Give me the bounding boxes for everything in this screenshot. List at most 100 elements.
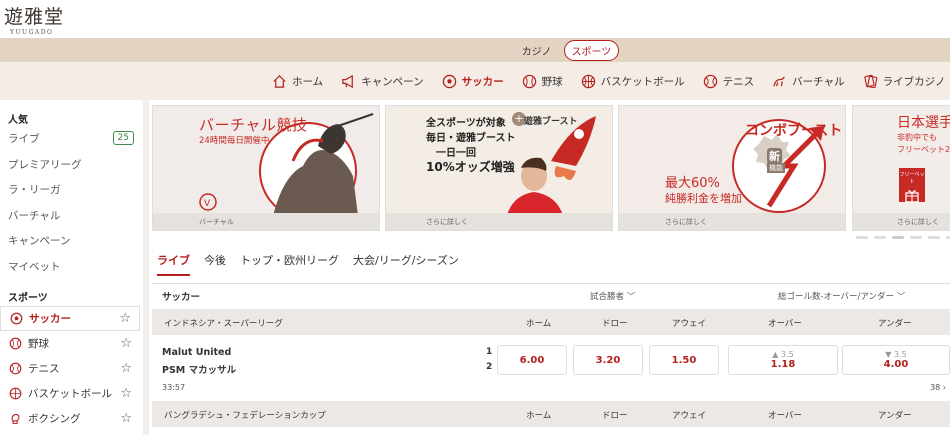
banner-virtual-title: バーチャル競技 <box>199 116 308 134</box>
col-under: アンダー <box>878 319 912 329</box>
nav-live-casino-label: ライブカジノ <box>882 75 946 88</box>
nav-campaign[interactable]: キャンペーン <box>341 74 424 89</box>
top-header: 遊雅堂 YUUGADO <box>0 0 950 38</box>
svg-text:V: V <box>204 199 211 209</box>
odd-draw-button[interactable]: 3.20 <box>573 345 643 375</box>
league-header[interactable]: インドネシア・スーパーリーグ ホーム ドロー アウェイ オーバー アンダー <box>152 309 950 335</box>
sidebar-item-live[interactable]: ライブ 25 <box>0 126 140 152</box>
favorite-star-icon[interactable]: ☆ <box>120 336 132 351</box>
odd-value: 3.20 <box>595 354 621 366</box>
tab-upcoming[interactable]: 今後 <box>204 252 226 276</box>
sidebar-sport-label: サッカー <box>29 313 71 325</box>
banner-japan-line2: フリーベット20 <box>897 145 950 154</box>
odd-under-button[interactable]: ▼ 3.5 4.00 <box>842 345 950 375</box>
nav-tennis[interactable]: テニス <box>703 74 754 89</box>
tab-live[interactable]: ライブ <box>157 252 190 276</box>
nav-virtual[interactable]: バーチャル <box>772 74 845 89</box>
banner-footer: さらに詳しく <box>853 213 950 230</box>
banner-japan-player[interactable]: 日本選手 非豹中でも フリーベット20 フリーベット さらに詳しく <box>852 105 950 231</box>
carousel-dot[interactable] <box>910 236 922 239</box>
boxing-glove-icon <box>8 412 22 426</box>
banner-footer: さらに詳しく <box>386 213 612 230</box>
logo[interactable]: 遊雅堂 YUUGADO <box>4 2 64 36</box>
favorite-star-icon[interactable]: ☆ <box>120 411 132 426</box>
market-sport-title: サッカー <box>162 291 201 303</box>
tennis-icon <box>703 74 718 89</box>
sidebar-item-virtual[interactable]: バーチャル <box>0 203 140 229</box>
baseball-icon <box>522 74 537 89</box>
nav-home[interactable]: ホーム <box>272 74 323 89</box>
sidebar: 人気 ライブ 25 プレミアリーグ ラ・リーガ バーチャル キャンペーン マイベ… <box>0 100 140 435</box>
favorite-star-icon[interactable]: ☆ <box>120 386 132 401</box>
soccer-icon <box>9 312 23 326</box>
carousel-dot[interactable] <box>946 236 950 239</box>
carousel-dot[interactable] <box>928 236 940 239</box>
league-name: バングラデシュ・フェデレーションカップ <box>164 411 326 421</box>
tab-competitions[interactable]: 大会/リーグ/シーズン <box>353 252 459 276</box>
nav-soccer-label: サッカー <box>461 75 504 88</box>
tab-top-european-leagues[interactable]: トップ・欧州リーグ <box>240 252 339 276</box>
market-header: サッカー 試合勝者 ﹀ 総ゴール数-オーバー/アンダー ﹀ <box>152 283 950 307</box>
sidebar-sport-boxing[interactable]: ボクシング ☆ <box>0 406 140 431</box>
nav-live-casino[interactable]: ライブカジノ <box>863 74 946 89</box>
banner-footer: さらに詳しく <box>619 213 845 230</box>
category-casino[interactable]: カジノ <box>516 41 558 60</box>
home-icon <box>272 74 287 89</box>
banner-boost[interactable]: 全スポーツが対象 + 毎日・遊雅ブースト 一日一回 10%オッズ増強 遊雅ブース… <box>385 105 613 231</box>
col-over: オーバー <box>768 411 802 421</box>
nav-soccer[interactable]: サッカー <box>442 74 504 89</box>
nav-baseball[interactable]: 野球 <box>522 74 563 89</box>
over-line: ▲ 3.5 <box>772 350 793 359</box>
sidebar-item-premier-league[interactable]: プレミアリーグ <box>0 152 140 178</box>
carousel-dot[interactable] <box>892 236 904 239</box>
sidebar-sport-soccer[interactable]: サッカー ☆ <box>0 306 140 331</box>
banner-combo-boost[interactable]: コンボブースト 新 機能 最大60% 純勝利金を増加 さらに詳しく <box>618 105 846 231</box>
banner-combo-line2: 純勝利金を増加 <box>665 192 742 205</box>
match-clock: 33:57 <box>162 383 186 392</box>
more-markets-count: 38 <box>930 383 941 392</box>
banner-footer: バーチャル <box>153 213 379 230</box>
new-badge-sub: 機能 <box>767 163 785 173</box>
nav-basketball[interactable]: バスケットボール <box>581 74 685 89</box>
market-selector-over-under[interactable]: 総ゴール数-オーバー/アンダー ﹀ <box>778 290 905 302</box>
sidebar-sports-title: スポーツ <box>8 293 48 304</box>
banner-boost-line2: 毎日・遊雅ブースト <box>426 133 516 144</box>
banner-japan-title: 日本選手 <box>897 115 950 131</box>
more-markets-link[interactable]: 38 › <box>930 383 946 392</box>
carousel-dot[interactable] <box>856 236 868 239</box>
match-row[interactable]: Malut United PSM マカッサル 1 2 6.00 3.20 1.5… <box>152 335 950 401</box>
sidebar-sport-label: ボクシング <box>28 413 81 425</box>
favorite-star-icon[interactable]: ☆ <box>119 311 131 326</box>
gift-icon <box>905 190 919 203</box>
sidebar-item-campaign[interactable]: キャンペーン <box>0 228 140 254</box>
sidebar-sport-baseball[interactable]: 野球 ☆ <box>0 331 140 356</box>
sidebar-item-label: ライブ <box>8 133 40 146</box>
favorite-star-icon[interactable]: ☆ <box>120 361 132 376</box>
odd-home-button[interactable]: 6.00 <box>497 345 567 375</box>
sidebar-sport-tennis[interactable]: テニス ☆ <box>0 356 140 381</box>
sports-nav: ホーム キャンペーン サッカー 野球 バスケットボール テニス バーチャル ライ… <box>0 62 950 100</box>
col-draw: ドロー <box>602 411 628 421</box>
banner-japan-line1: 非豹中でも <box>897 133 937 142</box>
banner-virtual[interactable]: V バーチャル競技 24時間毎日開催中 バーチャル <box>152 105 380 231</box>
odd-value: 6.00 <box>519 354 545 366</box>
category-sports[interactable]: スポーツ <box>563 39 620 61</box>
nav-virtual-label: バーチャル <box>792 75 845 88</box>
banner-boost-tag: 遊雅ブースト <box>524 117 578 127</box>
chevron-right-icon: › <box>942 383 946 392</box>
over-line-value: 3.5 <box>780 350 794 359</box>
nav-baseball-label: 野球 <box>541 75 563 88</box>
league-header[interactable]: バングラデシュ・フェデレーションカップ ホーム ドロー アウェイ オーバー アン… <box>152 401 950 427</box>
sidebar-sport-label: バスケットボール <box>28 388 112 400</box>
odd-over-button[interactable]: ▲ 3.5 1.18 <box>728 345 838 375</box>
market-selector-winner[interactable]: 試合勝者 ﹀ <box>590 290 635 302</box>
sidebar-item-my-bets[interactable]: マイベット <box>0 254 140 280</box>
home-team: Malut United <box>162 347 232 358</box>
sidebar-sport-basketball[interactable]: バスケットボール ☆ <box>0 381 140 406</box>
sidebar-sport-label: テニス <box>28 363 60 375</box>
sidebar-item-la-liga[interactable]: ラ・リーガ <box>0 177 140 203</box>
carousel-dot[interactable] <box>874 236 886 239</box>
banner-combo-title: コンボブースト <box>745 123 843 139</box>
category-bar: カジノ スポーツ <box>0 38 950 62</box>
odd-away-button[interactable]: 1.50 <box>649 345 719 375</box>
